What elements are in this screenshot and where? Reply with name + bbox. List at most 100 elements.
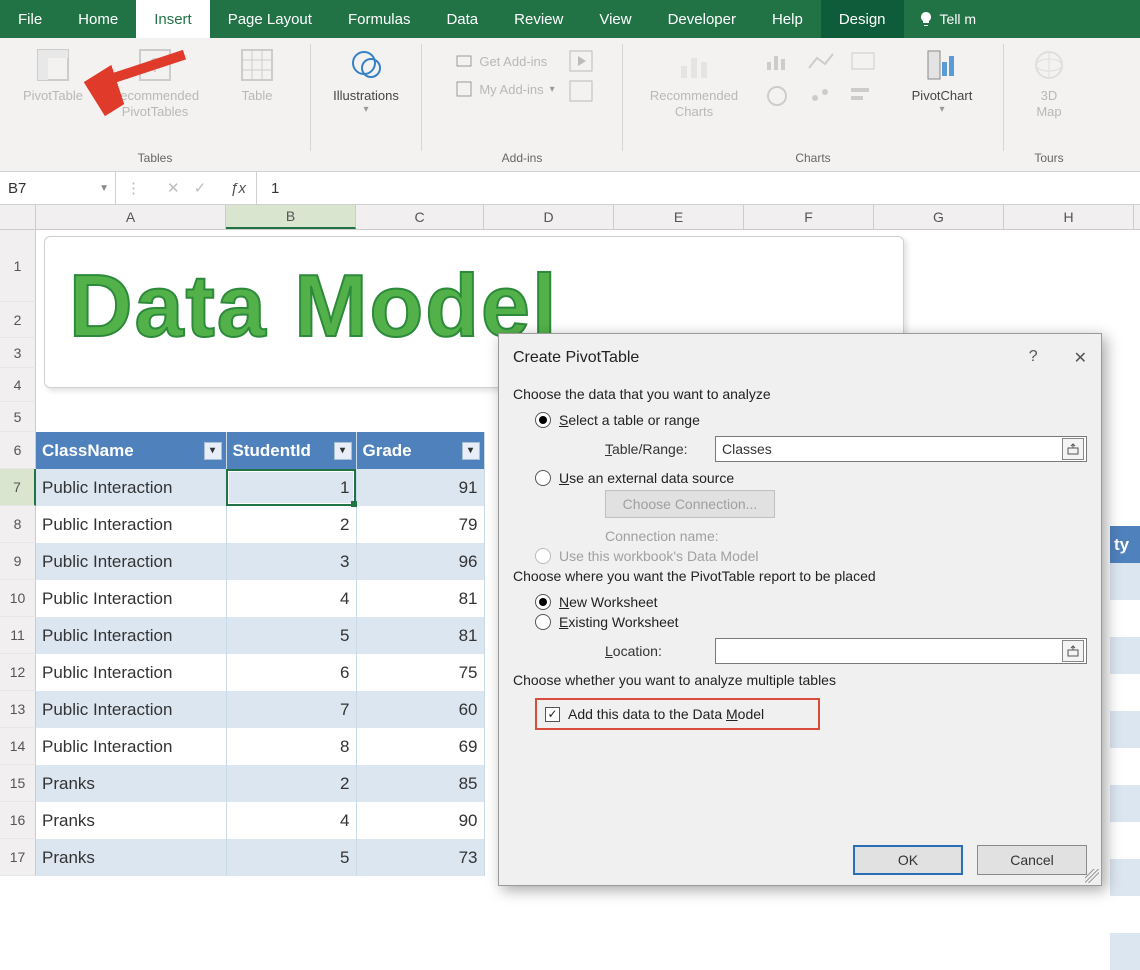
name-box[interactable]: B7 ▼: [0, 172, 116, 204]
row-header[interactable]: 14: [0, 728, 36, 765]
tab-insert[interactable]: Insert: [136, 0, 210, 38]
tell-me[interactable]: Tell m: [904, 0, 985, 38]
table-cell[interactable]: 2: [226, 765, 356, 802]
resize-grip[interactable]: [1085, 869, 1099, 883]
row-header[interactable]: 17: [0, 839, 36, 876]
table-cell[interactable]: Public Interaction: [36, 543, 226, 580]
fx-button[interactable]: ƒx: [220, 172, 257, 204]
chart-type-grid[interactable]: [765, 50, 881, 112]
tab-page-layout[interactable]: Page Layout: [210, 0, 330, 38]
table-cell[interactable]: 79: [356, 506, 484, 543]
table-row[interactable]: Public Interaction481: [36, 580, 484, 617]
tab-data[interactable]: Data: [428, 0, 496, 38]
col-header-h[interactable]: H: [1004, 205, 1134, 229]
row-header[interactable]: 11: [0, 617, 36, 654]
radio-existing-worksheet[interactable]: Existing Worksheet: [535, 614, 1087, 630]
table-cell[interactable]: 91: [356, 469, 484, 506]
table-button[interactable]: Table: [220, 42, 294, 104]
table-cell[interactable]: 4: [226, 802, 356, 839]
table-cell[interactable]: Pranks: [36, 765, 226, 802]
radio-select-table[interactable]: Select a table or range: [535, 412, 1087, 428]
row-header[interactable]: 2: [0, 302, 36, 338]
table-cell[interactable]: 85: [356, 765, 484, 802]
row-header[interactable]: 9: [0, 543, 36, 580]
select-all-corner[interactable]: [0, 205, 36, 229]
tab-formulas[interactable]: Formulas: [330, 0, 429, 38]
table-cell[interactable]: 2: [226, 506, 356, 543]
row-header[interactable]: 7: [0, 469, 36, 506]
row-header[interactable]: 12: [0, 654, 36, 691]
range-picker-icon[interactable]: [1062, 438, 1084, 460]
table-cell[interactable]: 81: [356, 580, 484, 617]
row-header[interactable]: 1: [0, 230, 36, 302]
col-header-d[interactable]: D: [484, 205, 614, 229]
table-cell[interactable]: 3: [226, 543, 356, 580]
table-cell[interactable]: 90: [356, 802, 484, 839]
table-cell[interactable]: 81: [356, 617, 484, 654]
table-row[interactable]: Public Interaction279: [36, 506, 484, 543]
location-input[interactable]: [715, 638, 1087, 664]
formula-value[interactable]: 1: [257, 180, 279, 197]
pivottable-button[interactable]: PivotTable: [16, 42, 90, 104]
bing-maps-icon[interactable]: [569, 50, 593, 72]
help-button[interactable]: ?: [1021, 344, 1046, 372]
table-cell[interactable]: 96: [356, 543, 484, 580]
row-header[interactable]: 10: [0, 580, 36, 617]
table-cell[interactable]: 8: [226, 728, 356, 765]
table-row[interactable]: Pranks490: [36, 802, 484, 839]
table-cell[interactable]: Public Interaction: [36, 617, 226, 654]
my-addins-button[interactable]: My Add-ins ▾: [451, 78, 558, 100]
table-cell[interactable]: Public Interaction: [36, 469, 226, 506]
col-header-e[interactable]: E: [614, 205, 744, 229]
table-row[interactable]: Public Interaction760: [36, 691, 484, 728]
radio-new-worksheet[interactable]: New Worksheet: [535, 594, 1087, 610]
filter-dropdown-icon[interactable]: ▾: [334, 442, 352, 460]
row-header[interactable]: 3: [0, 338, 36, 368]
radio-external-source[interactable]: Use an external data source: [535, 470, 1087, 486]
close-button[interactable]: ✕: [1066, 344, 1095, 372]
table-cell[interactable]: 5: [226, 839, 356, 876]
ok-button[interactable]: OK: [853, 845, 963, 875]
row-header[interactable]: 16: [0, 802, 36, 839]
col-header-c[interactable]: C: [356, 205, 484, 229]
tab-developer[interactable]: Developer: [650, 0, 754, 38]
enter-icon[interactable]: ✓: [194, 179, 207, 197]
recommended-pivottables-button[interactable]: ? Recommended PivotTables: [100, 42, 210, 119]
row-header[interactable]: 15: [0, 765, 36, 802]
table-cell[interactable]: Public Interaction: [36, 728, 226, 765]
get-addins-button[interactable]: Get Add-ins: [451, 50, 558, 72]
cancel-button[interactable]: Cancel: [977, 845, 1087, 875]
col-header-a[interactable]: A: [36, 205, 226, 229]
tab-review[interactable]: Review: [496, 0, 581, 38]
row-header[interactable]: 8: [0, 506, 36, 543]
row-header[interactable]: 6: [0, 432, 36, 469]
table-row[interactable]: Public Interaction396: [36, 543, 484, 580]
table-row[interactable]: Pranks573: [36, 839, 484, 876]
table-range-input[interactable]: Classes: [715, 436, 1087, 462]
table-cell[interactable]: Public Interaction: [36, 654, 226, 691]
cancel-icon[interactable]: ✕: [167, 179, 180, 197]
people-graph-icon[interactable]: [569, 80, 593, 102]
filter-dropdown-icon[interactable]: ▾: [204, 442, 222, 460]
tab-help[interactable]: Help: [754, 0, 821, 38]
choose-connection-button[interactable]: Choose Connection...: [605, 490, 775, 518]
3d-map-button[interactable]: 3D Map: [1012, 42, 1086, 119]
tab-design[interactable]: Design: [821, 0, 904, 38]
pivotchart-button[interactable]: PivotChart ▾: [897, 42, 987, 116]
col-header-grade[interactable]: Grade▾: [356, 432, 484, 469]
table-cell[interactable]: Public Interaction: [36, 580, 226, 617]
col-header-g[interactable]: G: [874, 205, 1004, 229]
table-row[interactable]: Public Interaction675: [36, 654, 484, 691]
table-cell[interactable]: Pranks: [36, 839, 226, 876]
col-header-studentid[interactable]: StudentId▾: [226, 432, 356, 469]
table-row[interactable]: Public Interaction581: [36, 617, 484, 654]
illustrations-button[interactable]: Illustrations ▾: [311, 42, 421, 116]
table-cell[interactable]: 6: [226, 654, 356, 691]
range-picker-icon[interactable]: [1062, 640, 1084, 662]
add-to-data-model-checkbox[interactable]: ✓ Add this data to the Data Model: [535, 698, 820, 730]
col-header-f[interactable]: F: [744, 205, 874, 229]
table-row[interactable]: Pranks285: [36, 765, 484, 802]
recommended-charts-button[interactable]: Recommended Charts: [639, 42, 749, 119]
table-cell[interactable]: 7: [226, 691, 356, 728]
row-header[interactable]: 4: [0, 368, 36, 402]
